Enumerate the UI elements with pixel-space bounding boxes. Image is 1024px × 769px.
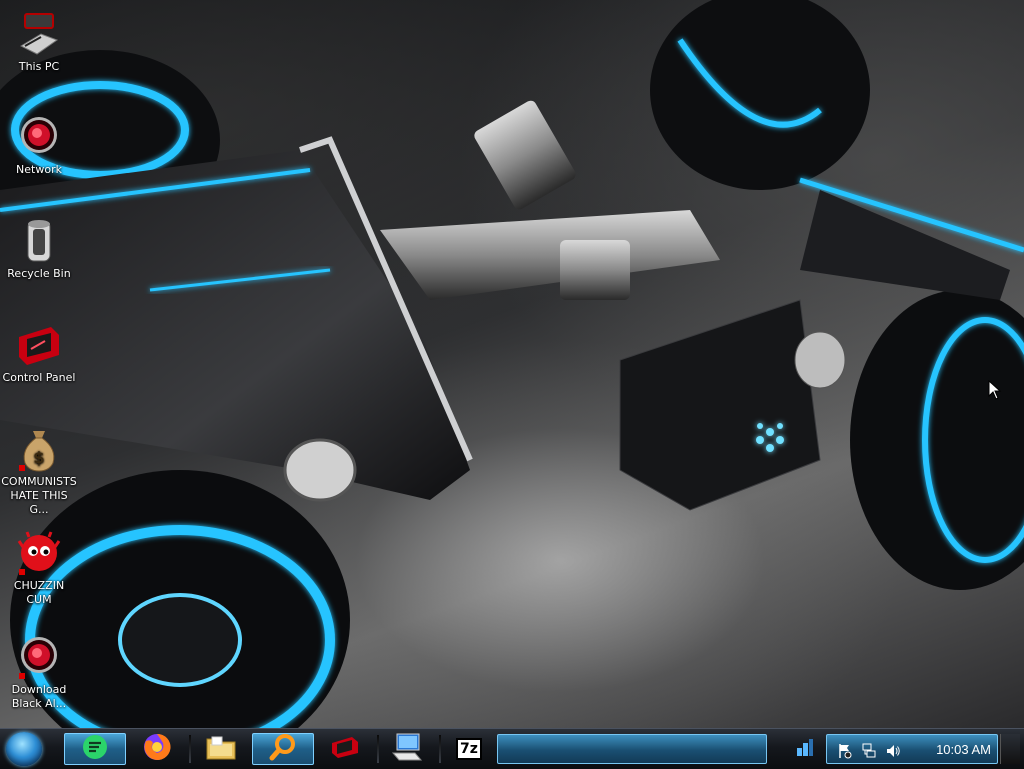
desktop-icon-label: Network xyxy=(16,163,62,176)
trash-can-icon xyxy=(15,217,63,265)
control-panel-icon xyxy=(15,321,63,369)
system-tray: 10:03 AM xyxy=(826,734,998,764)
monitor-keyboard-icon xyxy=(391,733,423,765)
desktop-icon-download-black[interactable]: Download Black Al... xyxy=(0,633,78,711)
network-globe-icon xyxy=(15,113,63,161)
desktop-icon-label: Recycle Bin xyxy=(7,267,71,280)
mouse-cursor-icon xyxy=(988,379,1002,404)
show-desktop-button[interactable] xyxy=(1000,734,1020,764)
taskbar-search[interactable] xyxy=(252,733,314,765)
control-panel-icon xyxy=(330,735,360,763)
computer-icon xyxy=(15,10,63,58)
svg-text:$: $ xyxy=(33,448,44,467)
desktop-icon-label: Control Panel xyxy=(2,371,76,384)
desktop-icon-label: CHUZZIN CUM xyxy=(13,579,65,606)
network-tray-icon[interactable] xyxy=(861,743,877,763)
taskbar: 7z 10:03 AM xyxy=(0,728,1024,769)
taskbar-file-explorer[interactable] xyxy=(190,733,252,765)
desktop-wallpaper xyxy=(0,0,1024,728)
desktop-icon-label: This PC xyxy=(18,60,60,73)
taskbar-firefox[interactable] xyxy=(126,733,188,765)
desktop-icon-network[interactable]: Network xyxy=(0,113,78,177)
desktop-icon-recycle-bin[interactable]: Recycle Bin xyxy=(0,217,78,281)
taskbar-control-panel[interactable] xyxy=(314,733,376,765)
magnifier-icon xyxy=(269,733,297,765)
taskbar-chat-app[interactable] xyxy=(64,733,126,765)
tron-car-artwork xyxy=(0,0,1024,728)
red-orb-icon xyxy=(15,633,63,681)
desktop-icon-label: COMMUNISTS HATE THIS G... xyxy=(1,475,77,516)
7zip-icon: 7z xyxy=(456,738,482,760)
folder-icon xyxy=(206,734,236,764)
desktop-icon-control-panel[interactable]: Control Panel xyxy=(0,321,78,385)
desktop-icon-chuzzin-cum[interactable]: CHUZZIN CUM xyxy=(0,529,78,607)
desktop-icon-communists-hate-this[interactable]: $ COMMUNISTS HATE THIS G... xyxy=(0,425,78,517)
volume-icon[interactable] xyxy=(885,743,901,763)
action-center-flag-icon[interactable] xyxy=(837,743,853,763)
desktop-icon-label: Download Black Al... xyxy=(11,683,67,710)
firefox-icon xyxy=(143,733,171,765)
red-creature-icon xyxy=(15,529,63,577)
start-orb-icon[interactable] xyxy=(6,732,42,766)
language-bar-icon[interactable] xyxy=(796,738,814,762)
money-bag-icon: $ xyxy=(15,425,63,473)
taskbar-remote-desktop[interactable] xyxy=(376,733,438,765)
chat-bubble-icon xyxy=(82,734,108,764)
taskbar-clock[interactable]: 10:03 AM xyxy=(936,742,991,757)
desktop-icon-this-pc[interactable]: This PC xyxy=(0,10,78,74)
taskbar-7zip[interactable]: 7z xyxy=(438,733,500,765)
taskbar-running-apps-area[interactable] xyxy=(497,734,767,764)
